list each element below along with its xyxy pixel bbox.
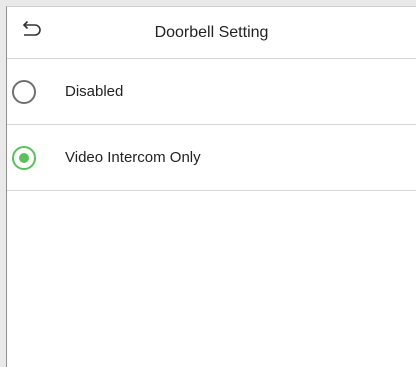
option-label: Video Intercom Only xyxy=(65,149,201,166)
option-disabled[interactable]: Disabled xyxy=(7,59,416,125)
radio-checked-icon[interactable] xyxy=(12,145,36,170)
option-video-intercom-only[interactable]: Video Intercom Only xyxy=(7,125,416,191)
header-bar: Doorbell Setting xyxy=(7,7,416,59)
radio-unchecked-icon[interactable] xyxy=(12,79,36,104)
radio-dot xyxy=(19,152,29,163)
doorbell-setting-screen: Doorbell Setting Disabled Video Intercom… xyxy=(6,6,416,367)
page-title: Doorbell Setting xyxy=(154,24,269,41)
option-label: Disabled xyxy=(65,83,124,100)
